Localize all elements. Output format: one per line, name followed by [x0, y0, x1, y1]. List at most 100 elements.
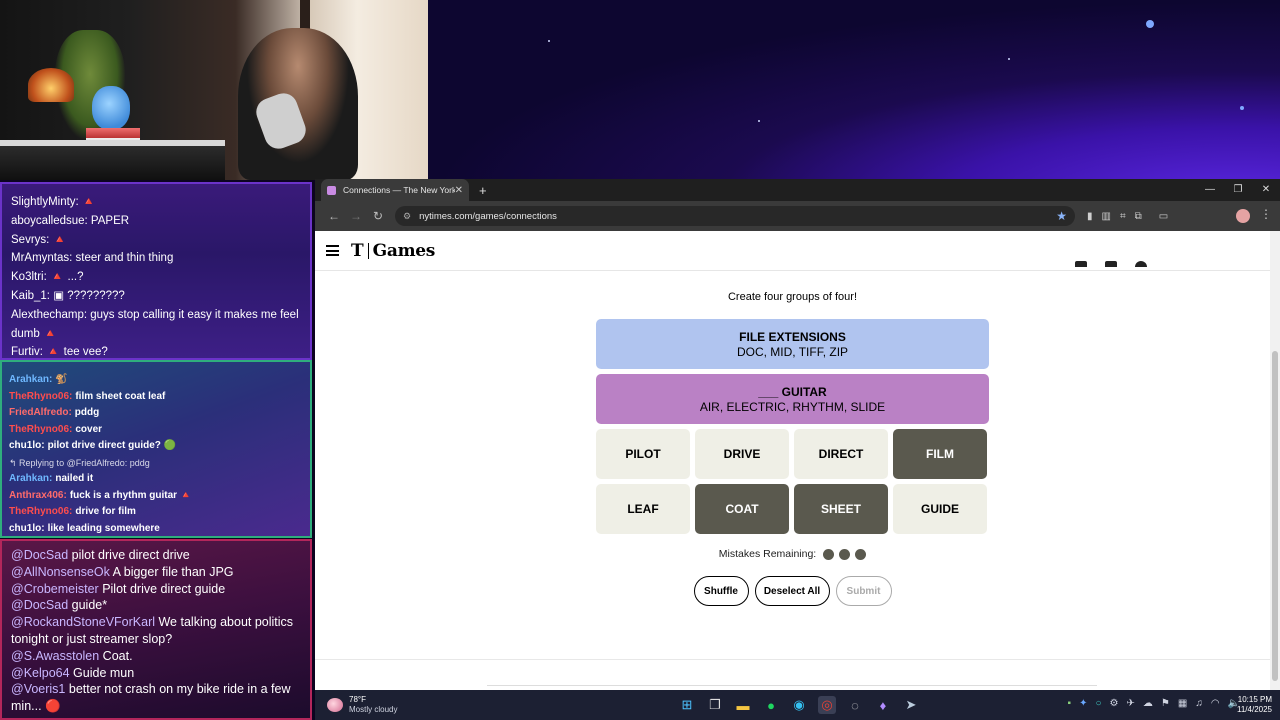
tray-icon[interactable]: ✈	[1127, 698, 1135, 709]
edge-icon[interactable]: ◉	[790, 696, 808, 714]
tray-icon[interactable]: ⚙	[1110, 698, 1119, 709]
header-icon[interactable]	[1075, 261, 1087, 267]
tile-film[interactable]: FILM	[893, 429, 987, 479]
steam-icon[interactable]: ➤	[902, 696, 920, 714]
scrollbar-thumb[interactable]	[1272, 351, 1278, 681]
tray-icon[interactable]: ☁	[1143, 698, 1153, 709]
chat-username[interactable]: Arahkan:	[9, 374, 52, 385]
chat-text: ↰ Replying to @FriedAlfredo: pddg	[9, 457, 150, 468]
restore-button[interactable]: ❐	[1224, 179, 1252, 201]
url-field[interactable]: ⚙ nytimes.com/games/connections ★	[395, 206, 1075, 226]
extension-icon[interactable]: ▥	[1102, 211, 1111, 222]
header-icon[interactable]	[1105, 261, 1117, 267]
clock[interactable]: 10:15 PM 11/4/2025	[1237, 695, 1272, 715]
chat-text: film sheet coat leaf	[75, 390, 166, 402]
chat-username[interactable]: TheRhyno06:	[9, 424, 72, 435]
logo-divider	[367, 242, 369, 259]
spotify-icon[interactable]: ●	[762, 696, 780, 714]
chat-username[interactable]: TheRhyno06:	[9, 391, 72, 402]
tray-icon[interactable]: ⚑	[1161, 698, 1170, 709]
tab-close-icon[interactable]: ✕	[455, 185, 463, 196]
close-window-button[interactable]: ✕	[1252, 179, 1280, 201]
tile-pilot[interactable]: PILOT	[596, 429, 690, 479]
chat-message: TheRhyno06: cover	[9, 422, 304, 439]
extension-icon[interactable]: ⌗	[1120, 211, 1126, 222]
back-arrow-icon[interactable]: ←	[323, 209, 345, 223]
clock-time: 10:15 PM	[1237, 695, 1272, 704]
header-icon[interactable]	[1135, 261, 1147, 267]
chat-username[interactable]: Arahkan:	[9, 473, 52, 484]
solved-words: AIR, ELECTRIC, RHYTHM, SLIDE	[699, 400, 886, 414]
chat-username[interactable]: chu1lo:	[9, 523, 45, 534]
profile-avatar[interactable]	[1236, 209, 1250, 223]
chat-username[interactable]: @S.Awasstolen	[11, 649, 99, 663]
sidebar-icon[interactable]: ▭	[1159, 211, 1168, 222]
chat-panel-secondary: Arahkan: 🐒 TheRhyno06: film sheet coat leaf…	[0, 360, 312, 538]
chat-message: Alexthechamp: guys stop calling it easy …	[11, 308, 299, 340]
tile-coat[interactable]: COAT	[695, 484, 789, 534]
minimize-button[interactable]: —	[1196, 179, 1224, 201]
nyt-games-logo[interactable]: T Games	[351, 241, 435, 261]
app-icon[interactable]: ♦	[874, 696, 892, 714]
extensions-puzzle-icon[interactable]: ⧉	[1135, 211, 1142, 222]
tile-guide[interactable]: GUIDE	[893, 484, 987, 534]
forward-arrow-icon[interactable]: →	[345, 209, 367, 223]
page-scrollbar[interactable]	[1270, 231, 1280, 690]
tray-icon[interactable]: ▦	[1178, 698, 1187, 709]
chat-username[interactable]: chu1lo:	[9, 440, 45, 451]
chat-username[interactable]: @DocSad	[11, 548, 68, 562]
tray-icon[interactable]: ✦	[1079, 698, 1087, 709]
mistake-dot	[855, 548, 867, 560]
file-explorer-icon[interactable]: ▬	[734, 696, 752, 714]
clock-date: 11/4/2025	[1237, 705, 1272, 714]
weather-widget[interactable]: 78°F Mostly cloudy	[327, 695, 397, 715]
tile-sheet[interactable]: SHEET	[794, 484, 888, 534]
tab-connections[interactable]: Connections — The New York ✕	[321, 179, 469, 201]
extension-icon[interactable]: ▮	[1087, 211, 1093, 222]
submit-button[interactable]: Submit	[835, 576, 892, 606]
chat-text: drive for film	[75, 506, 136, 517]
chat-text: cover	[75, 423, 103, 435]
bookmark-star-icon[interactable]: ★	[1056, 209, 1067, 223]
chat-username[interactable]: @Crobemeister	[11, 582, 99, 596]
tile-grid: PILOT DRIVE DIRECT FILM LEAF COAT SHEET GUIDE	[596, 429, 989, 534]
chrome-icon[interactable]: ◎	[818, 696, 836, 714]
solved-category: FILE EXTENSIONS	[739, 330, 846, 344]
tray-icon[interactable]: ♫	[1195, 698, 1203, 709]
tray-icon[interactable]: ○	[1095, 698, 1101, 709]
tile-leaf[interactable]: LEAF	[596, 484, 690, 534]
divider	[315, 659, 1270, 660]
tray-icon[interactable]: ▪	[1068, 698, 1072, 709]
kebab-menu-icon[interactable]: ⋮	[1260, 207, 1272, 221]
chat-message: Anthrax406: fuck is a rhythm guitar 🔺	[9, 488, 304, 505]
new-tab-button[interactable]: +	[479, 183, 487, 198]
reload-icon[interactable]: ↻	[367, 209, 389, 223]
chat-username[interactable]: @Voeris1	[11, 682, 65, 696]
tile-direct[interactable]: DIRECT	[794, 429, 888, 479]
chat-username[interactable]: TheRhyno06:	[9, 506, 72, 517]
chat-username[interactable]: FriedAlfredo:	[9, 407, 72, 418]
chat-message: aboycalledsue: PAPER	[11, 214, 130, 227]
solved-group: FILE EXTENSIONS DOC, MID, TIFF, ZIP	[596, 319, 989, 369]
task-view-icon[interactable]: ❐	[706, 696, 724, 714]
chat-username[interactable]: @Kelpo64	[11, 666, 70, 680]
chat-message: TheRhyno06: film sheet coat leaf	[9, 389, 304, 406]
obs-icon[interactable]: ◌	[846, 696, 864, 714]
windows-taskbar: 78°F Mostly cloudy ⊞ ❐ ▬ ● ◉ ◎ ◌ ♦ ➤ ▪ ✦…	[315, 690, 1280, 720]
site-info-icon[interactable]: ⚙	[403, 211, 411, 222]
chat-username[interactable]: @RockandStoneVForKarl	[11, 615, 155, 629]
shuffle-button[interactable]: Shuffle	[693, 576, 749, 606]
hamburger-menu-icon[interactable]	[326, 245, 339, 256]
star	[1008, 58, 1010, 60]
chat-username[interactable]: Anthrax406:	[9, 490, 67, 501]
chat-message: chu1lo: like leading somewhere	[9, 521, 304, 537]
url-text: nytimes.com/games/connections	[419, 210, 557, 222]
tile-drive[interactable]: DRIVE	[695, 429, 789, 479]
wifi-icon[interactable]: ◠	[1211, 698, 1220, 709]
start-windows-icon[interactable]: ⊞	[678, 696, 696, 714]
chat-username[interactable]: @DocSad	[11, 598, 68, 612]
instructions-text: Create four groups of four!	[727, 291, 857, 303]
deselect-all-button[interactable]: Deselect All	[754, 576, 830, 606]
chat-text: pilot drive direct drive	[68, 548, 190, 562]
chat-username[interactable]: @AllNonsenseOk	[11, 565, 110, 579]
